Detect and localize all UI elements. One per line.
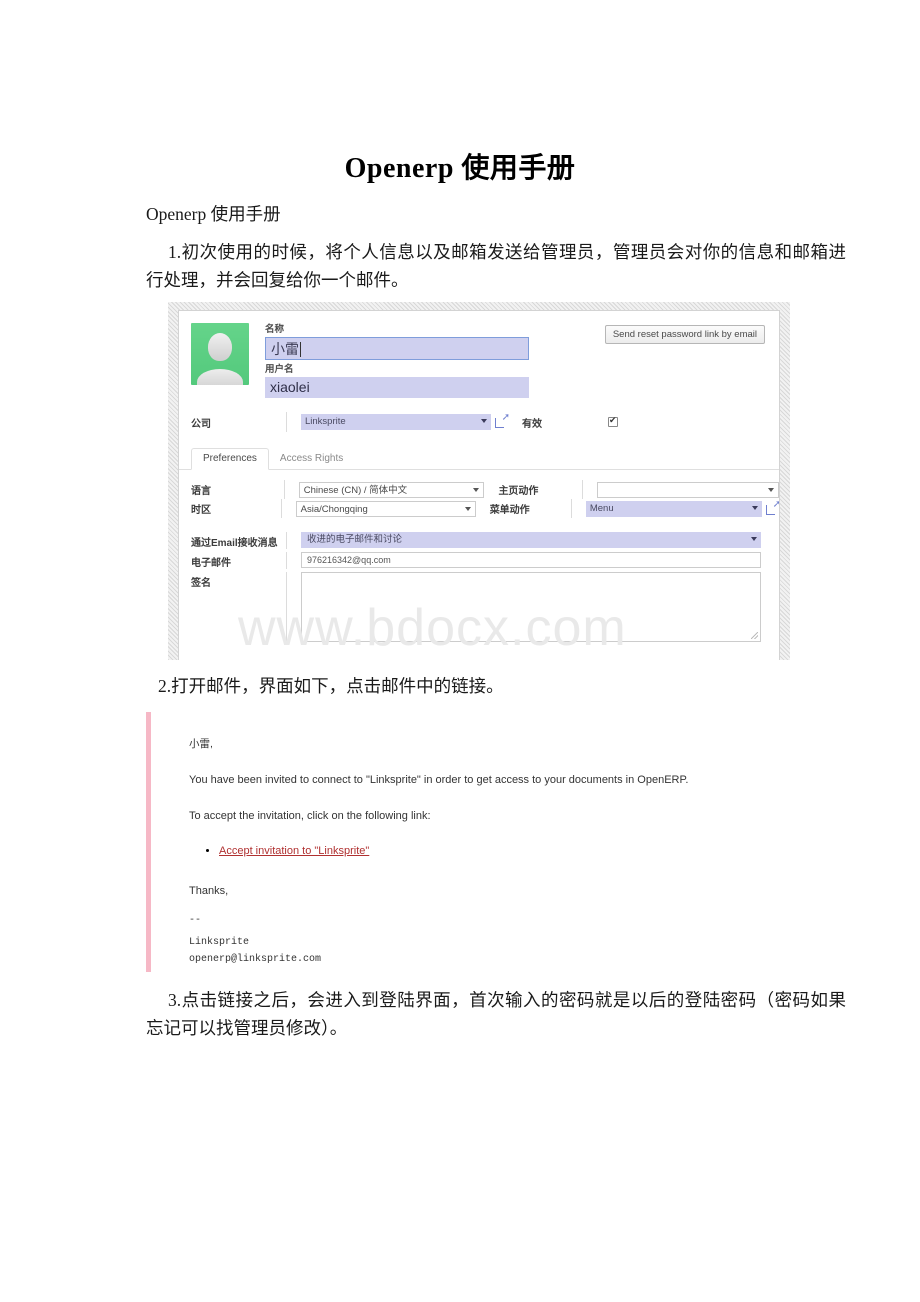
company-field-label: 公司 [191, 418, 211, 430]
email-thanks: Thanks, [189, 885, 229, 897]
email-pref-field-label: 通过Email接收消息 [191, 538, 278, 549]
column-divider [286, 532, 287, 549]
erp-name-block: 名称 小雷 用户名 xiaolei [265, 323, 529, 398]
name-input-value: 小雷 [271, 341, 299, 357]
avatar-body-shape [197, 369, 243, 385]
avatar-head-shape [208, 332, 232, 361]
timezone-select[interactable]: Asia/Chongqing [295, 500, 476, 517]
menu-action-field-label: 菜单动作 [489, 505, 530, 516]
chevron-down-icon [751, 537, 757, 541]
tab-preferences[interactable]: Preferences [191, 448, 269, 470]
preferences-section: 语言 Chinese (CN) / 简体中文 主页动作 时区 Asia/Chon… [179, 470, 779, 518]
menu-action-select[interactable]: Menu [585, 500, 762, 517]
home-action-select[interactable] [597, 481, 779, 498]
login-input[interactable]: xiaolei [265, 377, 529, 398]
chevron-down-icon [464, 506, 471, 511]
paragraph-step-3: 3.点击链接之后，会进入到登陆界面，首次输入的密码就是以后的登陆密码（密码如果忘… [146, 990, 846, 1038]
chevron-down-icon [751, 505, 758, 510]
column-divider [286, 412, 287, 432]
erp-form-panel: Send reset password link by email 名称 小雷 … [178, 310, 780, 660]
language-select-value: Chinese (CN) / 简体中文 [303, 484, 408, 496]
column-divider [286, 552, 287, 569]
email-pref-row: 通过Email接收消息 收进的电子邮件和讨论 [191, 532, 779, 549]
menu-action-select-value: Menu [589, 502, 614, 514]
email-preferences-section: 通过Email接收消息 收进的电子邮件和讨论 电子邮件 976216342@qq… [179, 532, 779, 642]
text-caret [300, 342, 301, 357]
column-divider [283, 480, 285, 499]
form-tabs: Preferences Access Rights [179, 446, 779, 470]
language-field-label: 语言 [191, 486, 211, 497]
document-page: Openerp 使用手册 Openerp 使用手册 1.初次使用的时候，将个人信… [0, 0, 920, 1302]
paragraph-subtitle: Openerp 使用手册 [146, 204, 281, 224]
column-divider [582, 480, 584, 499]
signature-row: 签名 [191, 572, 779, 642]
screenshot-invitation-email: 小雷, You have been invited to connect to … [146, 712, 800, 972]
email-row: 电子邮件 976216342@qq.com [191, 552, 779, 569]
send-reset-password-button[interactable]: Send reset password link by email [604, 325, 765, 344]
email-pref-select-value: 收进的电子邮件和讨论 [307, 534, 403, 545]
timezone-select-value: Asia/Chongqing [300, 503, 368, 515]
column-divider [280, 499, 282, 518]
avatar [191, 323, 249, 385]
accept-invitation-link[interactable]: Accept invitation to "Linksprite" [219, 845, 369, 857]
email-pref-select[interactable]: 收进的电子邮件和讨论 [301, 532, 761, 548]
company-select-value: Linksprite [305, 416, 346, 427]
email-body-line-2: To accept the invitation, click on the f… [189, 810, 431, 822]
email-signature-separator: -- [189, 915, 202, 926]
chevron-down-icon [481, 419, 487, 423]
email-body-line-1: You have been invited to connect to "Lin… [189, 774, 689, 786]
column-divider [286, 572, 287, 642]
paragraph-step-2: 2.打开邮件，界面如下，点击邮件中的链接。 [158, 676, 504, 696]
list-item: Accept invitation to "Linksprite" [219, 845, 800, 857]
timezone-row: 时区 Asia/Chongqing 菜单动作 Menu [191, 499, 779, 518]
company-select[interactable]: Linksprite [301, 414, 491, 430]
language-row: 语言 Chinese (CN) / 简体中文 主页动作 [191, 480, 779, 499]
email-greeting: 小雷, [189, 738, 213, 750]
paragraph-step-1: 1.初次使用的时候，将个人信息以及邮箱发送给管理员，管理员会对你的信息和邮箱进行… [146, 242, 846, 290]
name-input[interactable]: 小雷 [265, 337, 529, 360]
login-field-label: 用户名 [265, 364, 294, 375]
active-checkbox[interactable] [608, 415, 618, 427]
external-link-icon[interactable] [765, 500, 779, 515]
tab-access-rights[interactable]: Access Rights [269, 449, 354, 469]
signature-field-label: 签名 [191, 578, 211, 589]
language-select[interactable]: Chinese (CN) / 简体中文 [298, 481, 485, 498]
chevron-down-icon [767, 487, 774, 492]
screenshot-openerp-user-form: Send reset password link by email 名称 小雷 … [168, 302, 790, 660]
timezone-field-label: 时区 [191, 505, 211, 516]
name-field-label: 名称 [265, 324, 285, 335]
email-input[interactable]: 976216342@qq.com [301, 552, 761, 568]
external-link-icon[interactable] [495, 413, 510, 428]
company-row: 公司 Linksprite 有效 [179, 412, 779, 432]
email-link-list: Accept invitation to "Linksprite" [189, 845, 800, 857]
signature-textarea[interactable] [301, 572, 761, 642]
email-field-label: 电子邮件 [191, 558, 231, 569]
active-field-label: 有效 [522, 418, 542, 430]
home-action-field-label: 主页动作 [498, 486, 539, 497]
email-signature-company: Linksprite [189, 937, 250, 948]
chevron-down-icon [473, 487, 480, 492]
email-signature-address: openerp@linksprite.com [189, 954, 322, 965]
column-divider [570, 499, 572, 518]
page-title: Openerp 使用手册 [344, 153, 576, 184]
